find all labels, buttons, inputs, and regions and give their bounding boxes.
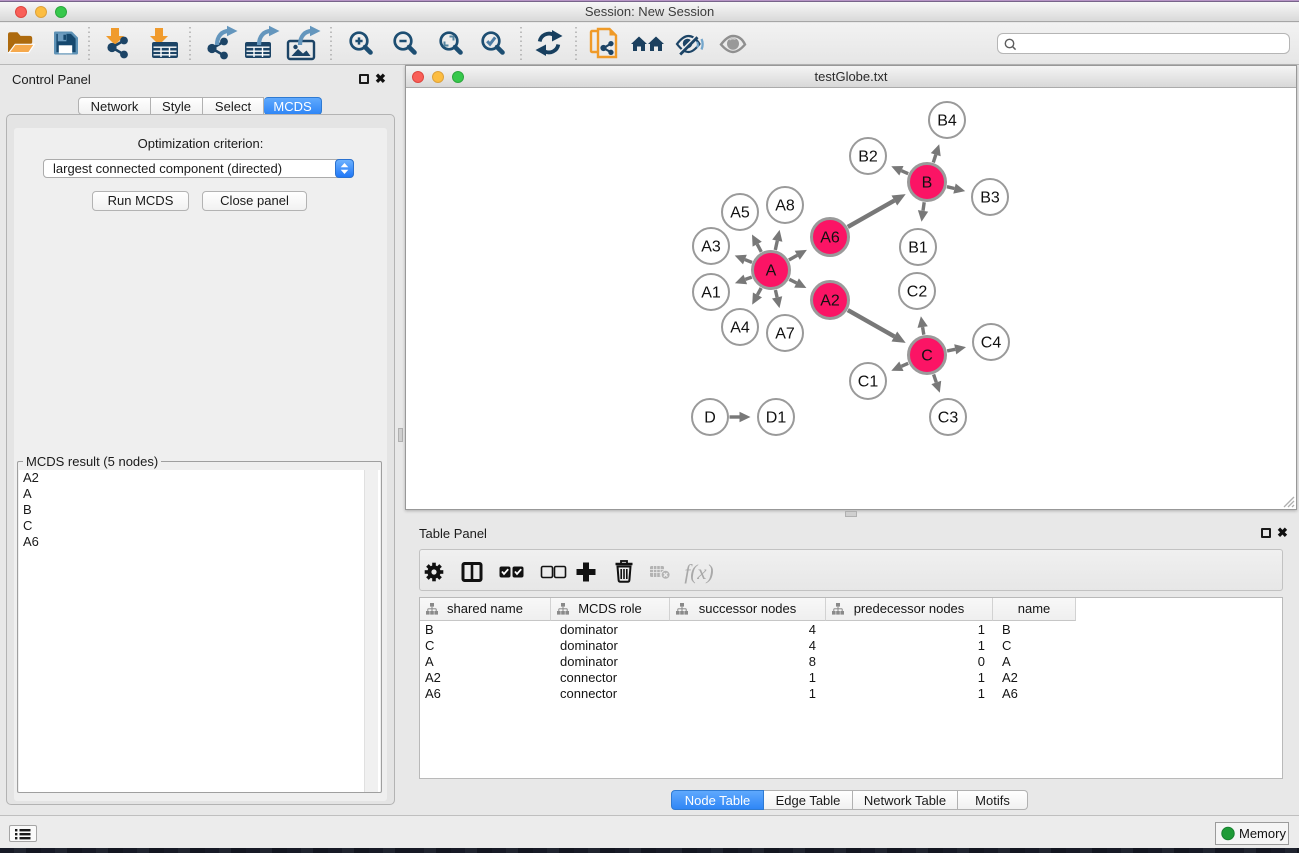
svg-text:A4: A4 (730, 320, 750, 337)
svg-text:B2: B2 (858, 149, 878, 166)
svg-text:A: A (766, 263, 777, 280)
svg-text:C4: C4 (981, 335, 1002, 352)
svg-text:B3: B3 (980, 190, 1000, 207)
svg-text:C: C (921, 348, 933, 365)
svg-text:f(x): f(x) (684, 560, 713, 584)
svg-text:A3: A3 (701, 239, 721, 256)
svg-text:C2: C2 (907, 284, 928, 301)
svg-text:D1: D1 (766, 410, 787, 427)
svg-text:A7: A7 (775, 326, 795, 343)
svg-text:A5: A5 (730, 205, 750, 222)
svg-text:C1: C1 (858, 374, 879, 391)
svg-text:C3: C3 (938, 410, 959, 427)
svg-text:A6: A6 (820, 230, 840, 247)
svg-text:B1: B1 (908, 240, 928, 257)
svg-text:A2: A2 (820, 293, 840, 310)
svg-text:A1: A1 (701, 285, 721, 302)
svg-text:A8: A8 (775, 198, 795, 215)
svg-text:Memory: Memory (1239, 826, 1286, 841)
svg-text:D: D (704, 410, 716, 427)
svg-text:B: B (922, 175, 933, 192)
svg-text:B4: B4 (937, 113, 957, 130)
